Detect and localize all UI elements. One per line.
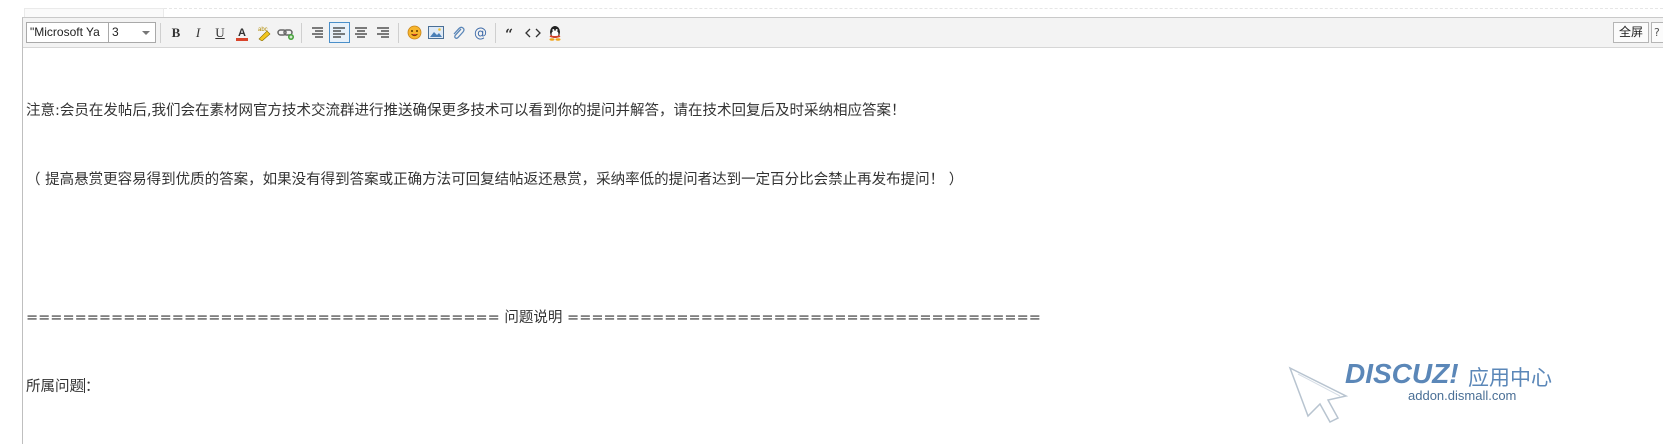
qq-button[interactable] [545,22,566,43]
font-color-button[interactable]: A [232,22,253,43]
page: "Microsoft Ya 3 B I U A abc @ “ 全屏 ? 注意:… [0,0,1663,444]
watermark-brand: DISCUZ! [1345,358,1459,389]
svg-text:@: @ [474,26,487,40]
spellcheck-button[interactable]: abc [254,22,275,43]
toolbar-separator [301,22,302,43]
toolbar-separator [160,22,161,43]
highlighter-icon: abc [258,27,271,41]
qq-penguin-icon [549,25,561,41]
link-button[interactable] [276,22,297,43]
question-category-text: 所属问题： [26,378,100,395]
quote-button[interactable]: “ [501,22,522,43]
align-right-button[interactable] [373,22,394,43]
align-right-icon [377,26,389,38]
at-icon: @ [474,26,487,40]
font-size-select[interactable]: 3 [109,22,156,43]
notice-line: 注意:会员在发帖后,我们会在素材网官方技术交流群进行推送确保更多技术可以看到你的… [26,103,906,119]
emoji-button[interactable] [404,22,425,43]
toolbar-separator [398,22,399,43]
paperclip-icon [453,26,465,39]
underline-button[interactable]: U [210,22,231,43]
help-button[interactable]: ? [1651,22,1663,43]
quote-icon: “ [505,27,513,39]
svg-text:“: “ [505,27,513,39]
link-icon [277,28,294,40]
italic-button[interactable]: I [188,22,209,43]
top-strip [0,0,1663,17]
reward-hint-line: （ 提高悬赏更容易得到优质的答案，如果没有得到答案或正确方法可回复结帖返还悬赏，… [26,172,964,188]
align-right-ish-button[interactable] [307,22,328,43]
tab-ghost [24,8,164,17]
image-button[interactable] [426,22,447,43]
top-divider [164,8,1663,9]
attachment-button[interactable] [448,22,469,43]
smiley-icon [407,25,421,40]
align-left-icon [333,26,345,38]
image-icon [428,26,444,39]
font-size-value: 3 [112,25,119,39]
bold-button[interactable]: B [166,22,187,43]
align-left-button[interactable] [328,22,350,43]
mention-button[interactable]: @ [470,22,491,43]
section-divider-line: ======================================= … [26,310,1041,326]
align-center-button[interactable] [351,22,372,43]
font-family-select[interactable]: "Microsoft Ya [26,22,109,43]
chevron-down-icon [142,31,150,35]
watermark-url: addon.dismall.com [1408,388,1517,403]
code-icon [525,28,541,37]
editor-toolbar: "Microsoft Ya 3 B I U A abc @ “ 全屏 ? [23,18,1663,48]
toolbar-separator [495,22,496,43]
code-button[interactable] [523,22,544,43]
font-color-icon: A [236,27,248,41]
align-center-icon [355,26,367,38]
align-justify-icon [312,26,323,38]
fullscreen-button[interactable]: 全屏 [1612,22,1649,43]
svg-text:A: A [238,27,246,39]
